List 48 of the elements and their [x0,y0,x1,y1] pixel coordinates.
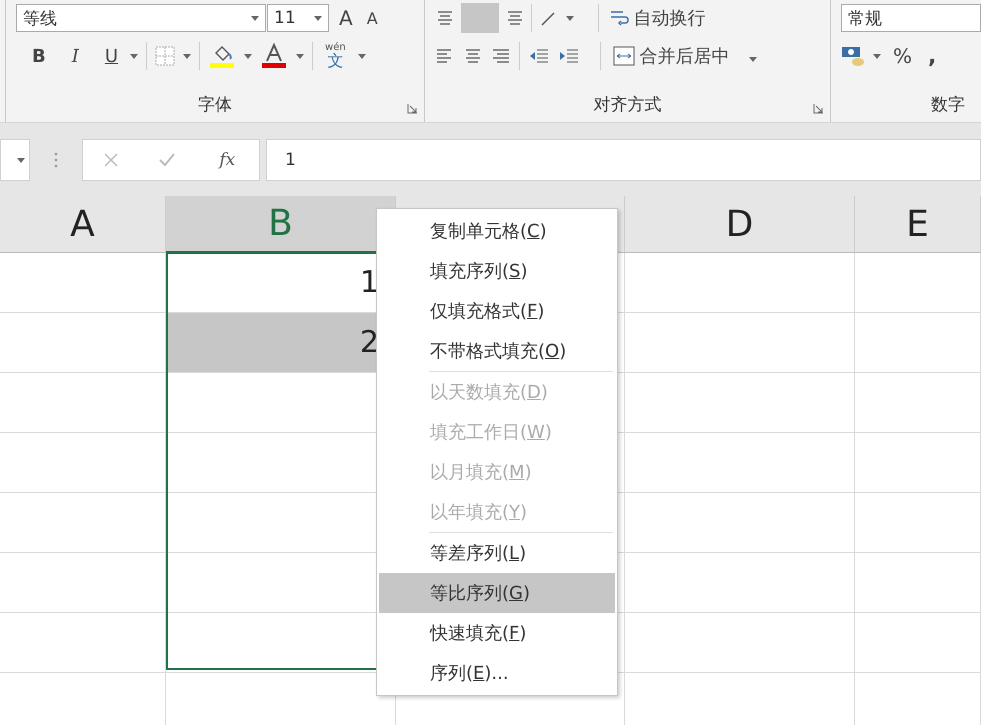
caret-icon [873,54,881,58]
decrease-indent-icon[interactable] [528,47,550,65]
currency-icon[interactable] [841,45,865,67]
menu-item[interactable]: 快速填充(F) [379,613,615,653]
bold-button[interactable]: B [28,44,50,68]
caret-icon [358,54,366,58]
column-header[interactable]: A [0,196,166,253]
merge-center-button[interactable]: 合并后居中 [609,42,734,70]
menu-item[interactable]: 序列(E)... [379,653,615,693]
font-size-field[interactable]: 11 [267,4,329,32]
underline-button[interactable]: U [100,44,122,68]
drag-handle-icon[interactable] [54,152,58,168]
menu-item[interactable]: 等比序列(G) [379,573,615,613]
group-label: 数字 [931,94,965,116]
column-header[interactable]: E [855,196,981,253]
shrink-font-button[interactable]: A [362,6,382,30]
insert-function-button[interactable]: fx [215,148,240,172]
font-name-field[interactable]: 等线 [16,4,266,32]
wrap-icon [609,10,630,26]
column-header[interactable]: B [166,196,396,253]
number-format-field[interactable]: 常规 [841,4,981,32]
formula-field[interactable]: 1 [266,139,981,181]
dialog-launcher-icon[interactable] [813,103,824,114]
caret-icon [183,54,192,58]
caret-icon [130,54,138,58]
caret-icon [17,158,25,162]
wrap-text-button[interactable]: 自动换行 [605,4,710,32]
font-color-icon[interactable] [260,43,288,69]
merge-icon [613,46,636,66]
check-icon[interactable] [158,152,176,168]
caret-icon [296,54,304,58]
grow-font-button[interactable]: A [335,4,357,32]
group-label: 字体 [198,94,232,116]
group-label: 对齐方式 [594,94,662,116]
increase-indent-icon[interactable] [558,47,580,65]
caret-icon [566,16,574,20]
italic-button[interactable]: I [68,44,83,68]
percent-button[interactable]: % [889,42,916,70]
comma-button[interactable]: , [924,42,940,70]
caret-icon [314,16,322,20]
column-header[interactable]: D [625,196,855,253]
caret-icon [251,16,259,20]
caret-icon [244,54,252,58]
menu-item[interactable]: 等差序列(L) [379,533,615,573]
align-right-icon[interactable] [491,47,512,65]
dialog-launcher-icon[interactable] [407,103,418,114]
phonetic-button[interactable]: wén 文 [321,41,350,71]
caret-icon [749,56,758,62]
